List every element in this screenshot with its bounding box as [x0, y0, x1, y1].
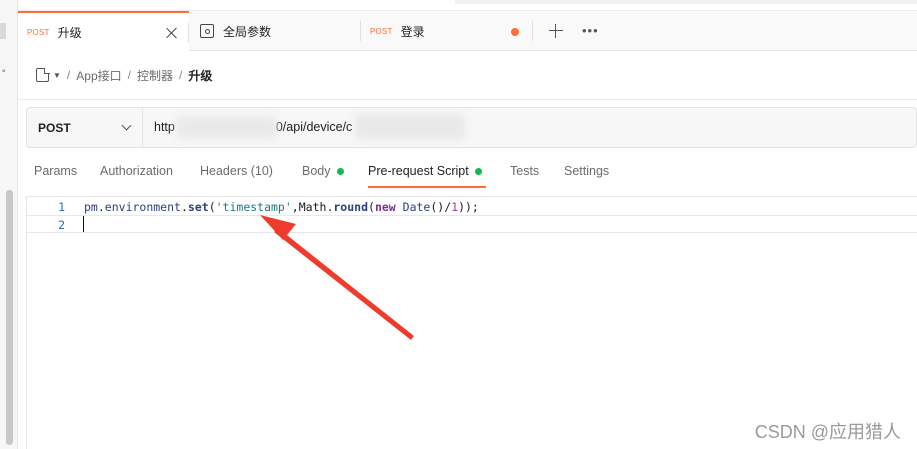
code-token-punct: .: [97, 200, 105, 214]
chevron-down-icon: [121, 120, 132, 131]
tab-method-label: POST: [370, 26, 393, 36]
url-start: http: [154, 120, 175, 134]
tab-tests-label: Tests: [510, 164, 540, 178]
breadcrumb-item-controller[interactable]: 控制器: [137, 67, 173, 84]
breadcrumb: ▼ / App接口 / 控制器 / 升级: [36, 64, 212, 86]
url-middle: 0/api/device/c: [275, 120, 353, 134]
tab-label: 登录: [400, 24, 425, 39]
line-number: 2: [58, 218, 65, 232]
script-editor[interactable]: 1 2 pm.environment.set('timestamp',Math.…: [26, 197, 917, 449]
tab-authorization[interactable]: Authorization: [100, 164, 173, 178]
code-token-string: 'timestamp': [215, 200, 292, 214]
more-icon[interactable]: •••: [582, 23, 599, 38]
request-tabs: Params Authorization Headers (10) Body P…: [26, 158, 917, 188]
unsaved-dot-icon: [511, 28, 519, 36]
tab-headers[interactable]: Headers (10): [200, 164, 273, 178]
sidebar-strip: °: [0, 0, 18, 449]
request-url-bar: POST http 0/api/device/c: [26, 107, 917, 148]
tab-authorization-label: Authorization: [100, 164, 173, 178]
line-number: 1: [58, 200, 65, 214]
status-dot-icon: [336, 167, 344, 175]
code-token-keyword: new: [374, 200, 396, 214]
code-token-punct: ,: [291, 200, 299, 214]
code-token-class: Date: [395, 200, 431, 214]
text-cursor: [83, 216, 85, 232]
breadcrumb-item-app-api[interactable]: App接口: [76, 67, 121, 84]
tab-tests[interactable]: Tests: [510, 164, 539, 178]
code-line-1[interactable]: pm.environment.set('timestamp',Math.roun…: [84, 200, 479, 214]
method-value: POST: [38, 120, 71, 135]
code-token-punct: .: [180, 200, 188, 214]
caret-down-icon[interactable]: ▼: [53, 71, 61, 80]
tab-pre-request-script[interactable]: Pre-request Script: [368, 164, 482, 178]
code-token-method: set: [187, 200, 209, 214]
breadcrumb-current: 升级: [188, 68, 213, 83]
sidebar-dot-icon: °: [2, 68, 6, 78]
tab-label: 升级: [57, 26, 82, 40]
url-redaction-blur: [177, 116, 277, 138]
code-token-object: pm: [84, 200, 98, 214]
code-token-property: environment: [104, 200, 181, 214]
tab-headers-label: Headers (10): [200, 164, 273, 178]
method-select[interactable]: POST: [27, 108, 143, 147]
code-token-punct: (: [368, 200, 375, 214]
tab-bar: POST 升级 全局参数 POST 登录 •••: [18, 10, 917, 52]
code-token-method: round: [333, 200, 368, 214]
code-token-punct: (: [208, 200, 216, 214]
tab-pre-request-script-label: Pre-request Script: [368, 164, 469, 178]
sidebar-scrollbar[interactable]: [6, 190, 13, 445]
breadcrumb-separator: /: [66, 68, 71, 82]
tab-global-params[interactable]: 全局参数: [189, 11, 361, 51]
tab-settings[interactable]: Settings: [564, 164, 609, 178]
breadcrumb-separator: /: [127, 68, 131, 82]
status-dot-icon: [474, 167, 482, 175]
tab-upgrade[interactable]: POST 升级: [18, 11, 189, 52]
code-token-object: Math: [298, 200, 327, 214]
tab-settings-label: Settings: [564, 164, 610, 178]
tab-label: 全局参数: [223, 24, 272, 39]
sidebar-selection-mark: [0, 23, 6, 39]
code-token-punct: (): [430, 200, 445, 214]
plus-icon[interactable]: [548, 23, 564, 39]
document-icon: [36, 67, 50, 82]
tab-body[interactable]: Body: [302, 164, 344, 178]
url-redaction-blur: [355, 114, 465, 140]
active-line-highlight: [27, 215, 917, 233]
tab-login[interactable]: POST 登录: [361, 11, 533, 51]
window-top-strip: [455, 0, 917, 4]
tab-body-label: Body: [302, 164, 331, 178]
close-icon[interactable]: [165, 26, 179, 40]
active-tab-underline: [368, 186, 486, 188]
tab-divider: [532, 21, 533, 41]
watermark: CSDN @应用猎人: [754, 422, 901, 442]
code-token-punct: ));: [458, 200, 479, 214]
header-divider: [18, 99, 917, 100]
environment-icon: [200, 24, 214, 38]
tab-params[interactable]: Params: [34, 164, 77, 178]
tab-params-label: Params: [34, 164, 78, 178]
tab-method-label: POST: [27, 28, 50, 37]
breadcrumb-separator: /: [178, 68, 183, 82]
